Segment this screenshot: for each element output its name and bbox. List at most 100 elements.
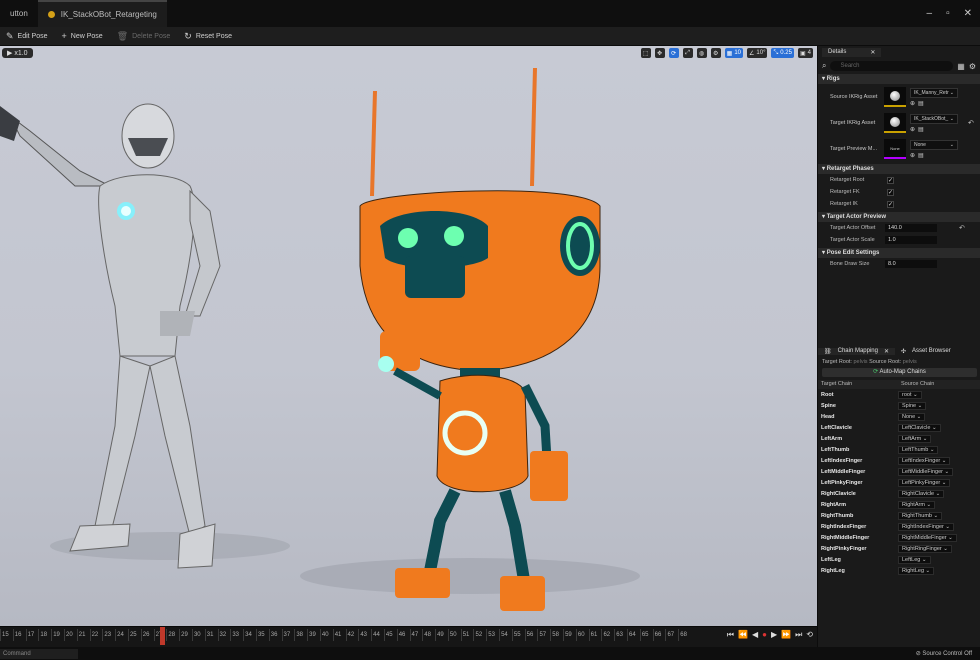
camera-speed-button[interactable]: ▣ 4 xyxy=(797,48,813,58)
source-chain-dropdown[interactable]: RightRingFinger ⌄ xyxy=(898,544,952,553)
frame-tick[interactable]: 25 xyxy=(127,629,141,641)
surface-snap-icon[interactable]: ⚙ xyxy=(710,48,721,58)
source-chain-dropdown[interactable]: LeftIndexFinger ⌄ xyxy=(898,456,951,465)
chain-row[interactable]: RightIndexFinger RightIndexFinger ⌄ xyxy=(818,521,980,532)
frame-tick[interactable]: 49 xyxy=(435,629,448,641)
chain-row[interactable]: LeftClavicle LeftClavicle ⌄ xyxy=(818,422,980,433)
frame-tick[interactable]: 21 xyxy=(76,629,90,641)
frame-tick[interactable]: 42 xyxy=(345,629,359,641)
folder-icon[interactable]: ▤ xyxy=(918,152,924,159)
frame-tick[interactable]: 58 xyxy=(550,629,563,641)
frame-tick[interactable]: 32 xyxy=(217,629,231,641)
tab-retargeting[interactable]: IK_StackOBot_Retargeting xyxy=(37,0,167,27)
source-chain-header[interactable]: Source Chain xyxy=(898,380,934,389)
chain-row[interactable]: LeftArm LeftArm ⌄ xyxy=(818,433,980,444)
tab-details[interactable]: Details ✕ xyxy=(822,47,882,57)
frame-tick[interactable]: 41 xyxy=(332,629,346,641)
source-chain-dropdown[interactable]: RightArm ⌄ xyxy=(898,500,936,509)
preview-mesh-dropdown[interactable]: None ⌄ xyxy=(910,139,958,150)
browse-icon[interactable]: ⊕ xyxy=(910,152,915,159)
rotate-icon[interactable]: ⟳ xyxy=(668,48,679,58)
tab-chain-mapping[interactable]: ⛓ Chain Mapping ✕ xyxy=(818,348,896,355)
frame-tick[interactable]: 29 xyxy=(179,629,192,641)
frame-tick[interactable]: 44 xyxy=(371,629,384,641)
viewport[interactable]: ▶ x1.0 ⬚ ✥ ⟳ ⤢ ◍ ⚙ ▦ 10 ∠ 10° ⤡ 0.25 ▣ 4 xyxy=(0,46,817,626)
source-chain-dropdown[interactable]: RightMiddleFinger ⌄ xyxy=(898,533,957,542)
chain-row[interactable]: Head None ⌄ xyxy=(818,411,980,422)
chain-row[interactable]: RightThumb RightThumb ⌄ xyxy=(818,510,980,521)
bone-draw-size-input[interactable]: 8.0 xyxy=(885,260,937,268)
frame-tick[interactable]: 63 xyxy=(614,629,627,641)
frame-tick[interactable]: 61 xyxy=(588,629,602,641)
frame-tick[interactable]: 48 xyxy=(422,629,435,641)
new-pose-button[interactable]: + New Pose xyxy=(62,31,103,41)
reset-pose-button[interactable]: ↻ Reset Pose xyxy=(184,31,232,42)
frame-tick[interactable]: 39 xyxy=(307,629,320,641)
source-chain-dropdown[interactable]: LeftLeg ⌄ xyxy=(898,555,931,564)
frame-tick[interactable]: 67 xyxy=(665,629,678,641)
preview-mesh-thumbnail[interactable]: None xyxy=(884,139,906,159)
tab-asset-browser[interactable]: ✣ Asset Browser xyxy=(895,348,957,355)
frame-tick[interactable]: 45 xyxy=(383,629,397,641)
target-actor-scale-input[interactable]: 1.0 xyxy=(885,236,937,244)
delete-pose-button[interactable]: 🗑 Delete Pose xyxy=(117,31,171,42)
frame-tick[interactable]: 47 xyxy=(409,629,423,641)
source-chain-dropdown[interactable]: Spine ⌄ xyxy=(898,401,927,410)
gear-icon[interactable]: ⚙ xyxy=(969,62,976,71)
frame-tick[interactable]: 15 xyxy=(0,629,13,641)
source-chain-dropdown[interactable]: RightThumb ⌄ xyxy=(898,511,943,520)
reset-icon[interactable]: ↶ xyxy=(959,224,965,232)
section-pose-edit-settings[interactable]: ▾ Pose Edit Settings xyxy=(818,248,980,258)
source-chain-dropdown[interactable]: None ⌄ xyxy=(898,412,926,421)
source-chain-dropdown[interactable]: LeftMiddleFinger ⌄ xyxy=(898,467,954,476)
retarget-root-checkbox[interactable]: ✓ xyxy=(887,176,894,184)
frame-tick[interactable]: 23 xyxy=(102,629,115,641)
source-chain-dropdown[interactable]: root ⌄ xyxy=(898,390,922,399)
target-actor-offset-input[interactable]: 140.0 xyxy=(885,224,937,232)
frame-tick[interactable]: 55 xyxy=(511,629,525,641)
frame-tick[interactable]: 36 xyxy=(268,629,282,641)
grid-view-icon[interactable]: ▦ xyxy=(957,62,965,71)
close-icon[interactable]: ✕ xyxy=(870,49,875,56)
source-chain-dropdown[interactable]: LeftThumb ⌄ xyxy=(898,445,939,454)
world-icon[interactable]: ◍ xyxy=(696,48,707,58)
section-retarget-phases[interactable]: ▾ Retarget Phases xyxy=(818,164,980,174)
folder-icon[interactable]: ▤ xyxy=(918,100,924,107)
frame-tick[interactable]: 57 xyxy=(537,629,550,641)
chain-row[interactable]: Spine Spine ⌄ xyxy=(818,400,980,411)
frame-tick[interactable]: 54 xyxy=(499,629,512,641)
frame-tick[interactable]: 17 xyxy=(25,629,39,641)
frame-tick[interactable]: 31 xyxy=(204,629,218,641)
frame-tick[interactable]: 22 xyxy=(89,629,103,641)
chain-row[interactable]: Root root ⌄ xyxy=(818,389,980,400)
close-icon[interactable]: ✕ xyxy=(964,8,972,19)
frame-tick[interactable]: 51 xyxy=(460,629,474,641)
frame-tick[interactable]: 52 xyxy=(473,629,486,641)
frame-tick[interactable]: 20 xyxy=(63,629,77,641)
source-chain-dropdown[interactable]: RightClavicle ⌄ xyxy=(898,489,945,498)
frame-tick[interactable]: 35 xyxy=(255,629,269,641)
close-icon[interactable]: ✕ xyxy=(884,348,889,355)
browse-icon[interactable]: ⊕ xyxy=(910,100,915,107)
chain-row[interactable]: LeftLeg LeftLeg ⌄ xyxy=(818,554,980,565)
search-input[interactable]: Search xyxy=(830,61,954,71)
frame-tick[interactable]: 65 xyxy=(639,629,653,641)
source-ikrig-dropdown[interactable]: IK_Manny_Retr ⌄ xyxy=(910,87,958,98)
frame-tick[interactable]: 18 xyxy=(38,629,51,641)
reset-icon[interactable]: ↶ xyxy=(968,119,974,127)
chain-row[interactable]: RightLeg RightLeg ⌄ xyxy=(818,565,980,576)
frame-tick[interactable]: 34 xyxy=(243,629,256,641)
edit-pose-button[interactable]: ✎ Edit Pose xyxy=(6,31,48,42)
source-chain-dropdown[interactable]: LeftPinkyFinger ⌄ xyxy=(898,478,951,487)
command-input[interactable]: Command xyxy=(0,648,78,659)
source-chain-dropdown[interactable]: RightLeg ⌄ xyxy=(898,566,935,575)
frame-tick[interactable]: 24 xyxy=(115,629,128,641)
folder-icon[interactable]: ▤ xyxy=(918,126,924,133)
target-ikrig-dropdown[interactable]: IK_StackOBot_ ⌄ xyxy=(910,113,958,124)
chain-row[interactable]: LeftThumb LeftThumb ⌄ xyxy=(818,444,980,455)
play-speed-button[interactable]: ▶ x1.0 xyxy=(2,48,33,58)
chain-row[interactable]: LeftPinkyFinger LeftPinkyFinger ⌄ xyxy=(818,477,980,488)
auto-map-chains-button[interactable]: ⟳ Auto-Map Chains xyxy=(822,368,977,377)
scale-snap-button[interactable]: ⤡ 0.25 xyxy=(771,48,794,58)
source-chain-dropdown[interactable]: RightIndexFinger ⌄ xyxy=(898,522,955,531)
